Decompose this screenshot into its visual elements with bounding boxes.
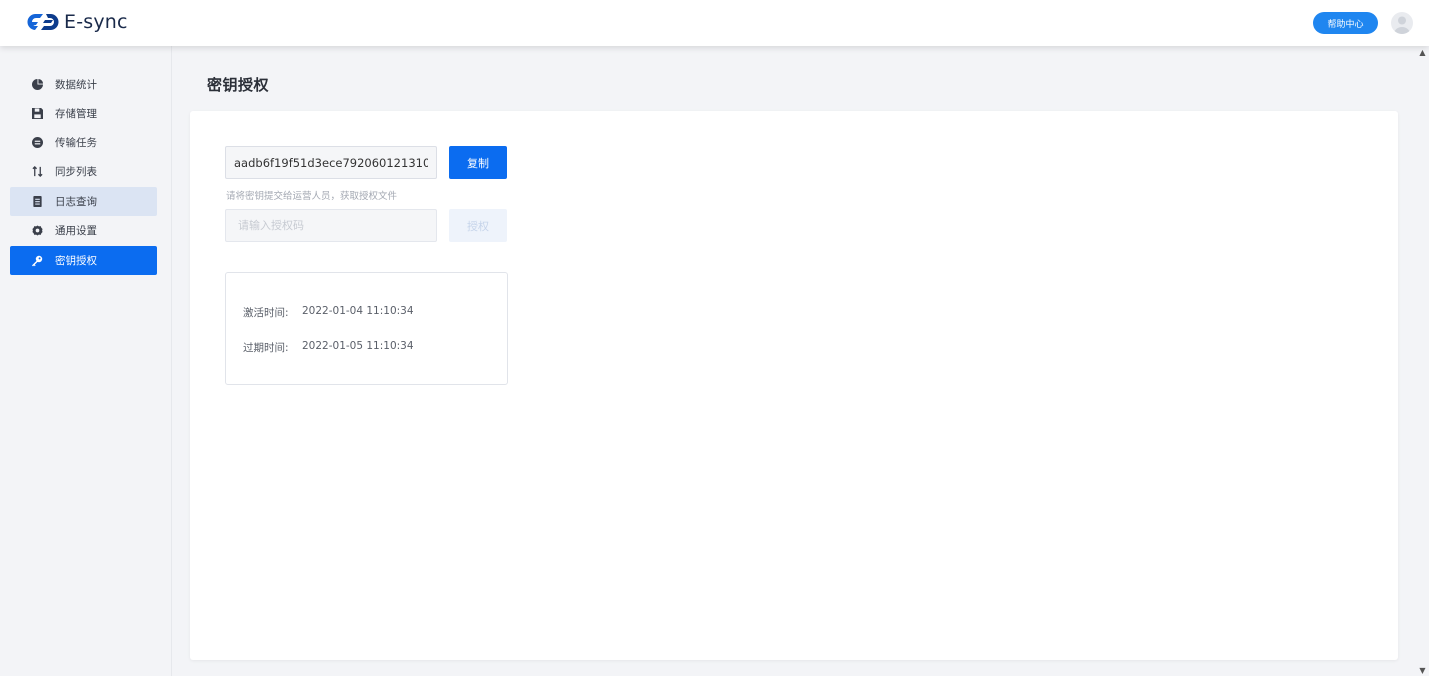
document-icon [31,196,43,208]
save-icon [31,108,43,120]
app-name: E-sync [64,11,128,33]
esync-logo-icon [27,13,59,31]
help-center-button[interactable]: 帮助中心 [1313,12,1378,34]
page-scrollbar[interactable]: ▲ ▼ [1416,46,1429,676]
sidebar-item-log-query[interactable]: 日志查询 [10,187,157,216]
scroll-down-icon[interactable]: ▼ [1416,664,1429,676]
activation-time-value: 2022-01-04 11:10:34 [302,305,414,317]
app-logo[interactable]: E-sync [26,11,128,33]
secret-key-field[interactable] [225,146,437,179]
sidebar-item-label: 传输任务 [55,137,97,149]
activation-time-label: 激活时间: [243,307,289,319]
page-title: 密钥授权 [207,76,270,94]
sidebar-item-key-auth[interactable]: 密钥授权 [10,246,157,275]
scroll-up-icon[interactable]: ▲ [1416,46,1429,58]
expire-time-value: 2022-01-05 11:10:34 [302,340,414,352]
auth-code-input[interactable] [225,209,437,242]
user-avatar[interactable] [1391,12,1413,34]
sidebar-item-label: 同步列表 [55,166,97,178]
expire-time-label: 过期时间: [243,342,289,354]
sidebar-item-label: 密钥授权 [55,255,97,267]
transfer-icon [31,137,43,149]
expire-time-row: 过期时间: 2022-01-05 11:10:34 [243,340,414,355]
authorize-button[interactable]: 授权 [449,209,507,242]
key-icon [31,255,43,267]
copy-button[interactable]: 复制 [449,146,507,179]
license-info-box: 激活时间: 2022-01-04 11:10:34 过期时间: 2022-01-… [225,272,508,385]
key-hint-text: 请将密钥提交给运营人员，获取授权文件 [226,191,398,202]
sidebar-item-label: 存储管理 [55,108,97,120]
sidebar-item-transfer[interactable]: 传输任务 [10,128,157,157]
top-header: E-sync 帮助中心 [0,0,1429,46]
sidebar-item-storage[interactable]: 存储管理 [10,99,157,128]
sidebar-item-sync-list[interactable]: 同步列表 [10,157,157,186]
sidebar-item-label: 数据统计 [55,79,97,91]
sync-arrows-icon [31,166,43,178]
sidebar: 数据统计 存储管理 传输任务 同步列表 日志查询 通用设置 密钥授权 [0,46,172,676]
user-avatar-icon [1394,16,1410,34]
gear-icon [31,225,43,237]
sidebar-item-data-stats[interactable]: 数据统计 [10,70,157,99]
activation-time-row: 激活时间: 2022-01-04 11:10:34 [243,305,414,320]
sidebar-item-label: 日志查询 [55,196,97,208]
sidebar-item-settings[interactable]: 通用设置 [10,216,157,245]
pie-chart-icon [31,79,43,91]
sidebar-item-label: 通用设置 [55,225,97,237]
